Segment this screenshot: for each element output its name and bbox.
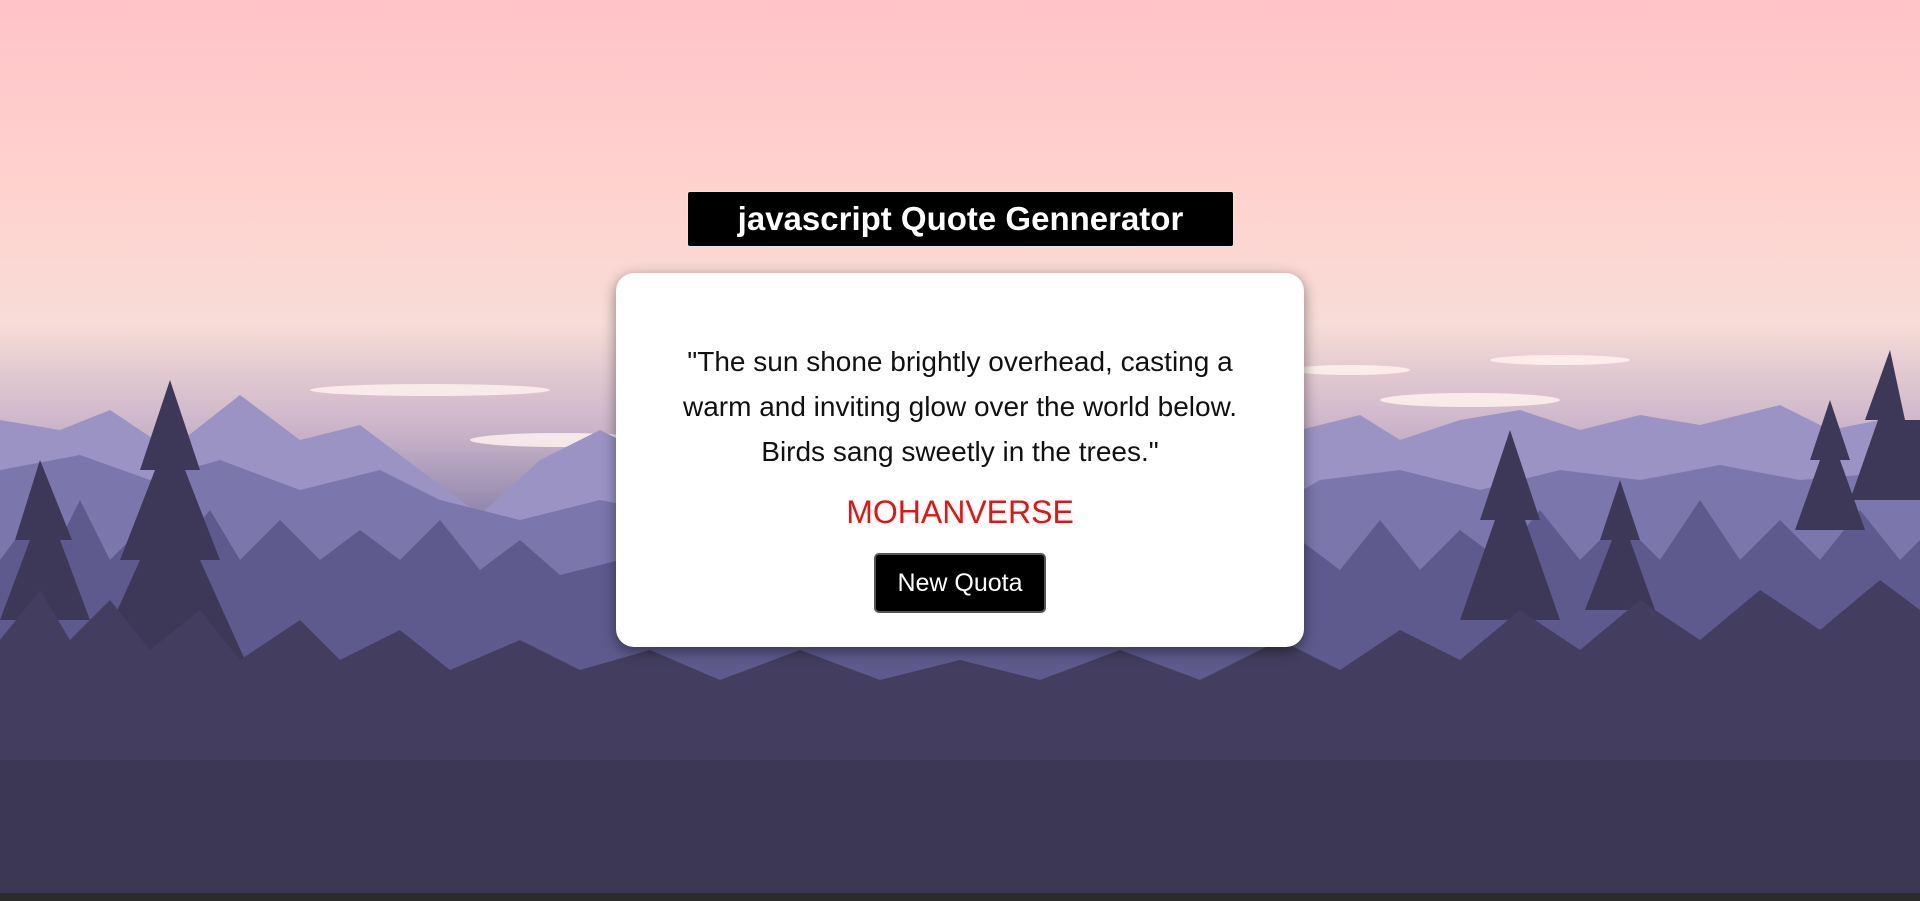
quote-card: "The sun shone brightly overhead, castin… <box>616 273 1304 647</box>
quote-author: MOHANVERSE <box>846 494 1074 530</box>
page-title: javascript Quote Gennerator <box>687 191 1234 247</box>
quote-text: "The sun shone brightly overhead, castin… <box>682 346 1238 467</box>
new-quote-button[interactable]: New Quota <box>874 553 1046 613</box>
taskbar-edge <box>0 893 1920 901</box>
